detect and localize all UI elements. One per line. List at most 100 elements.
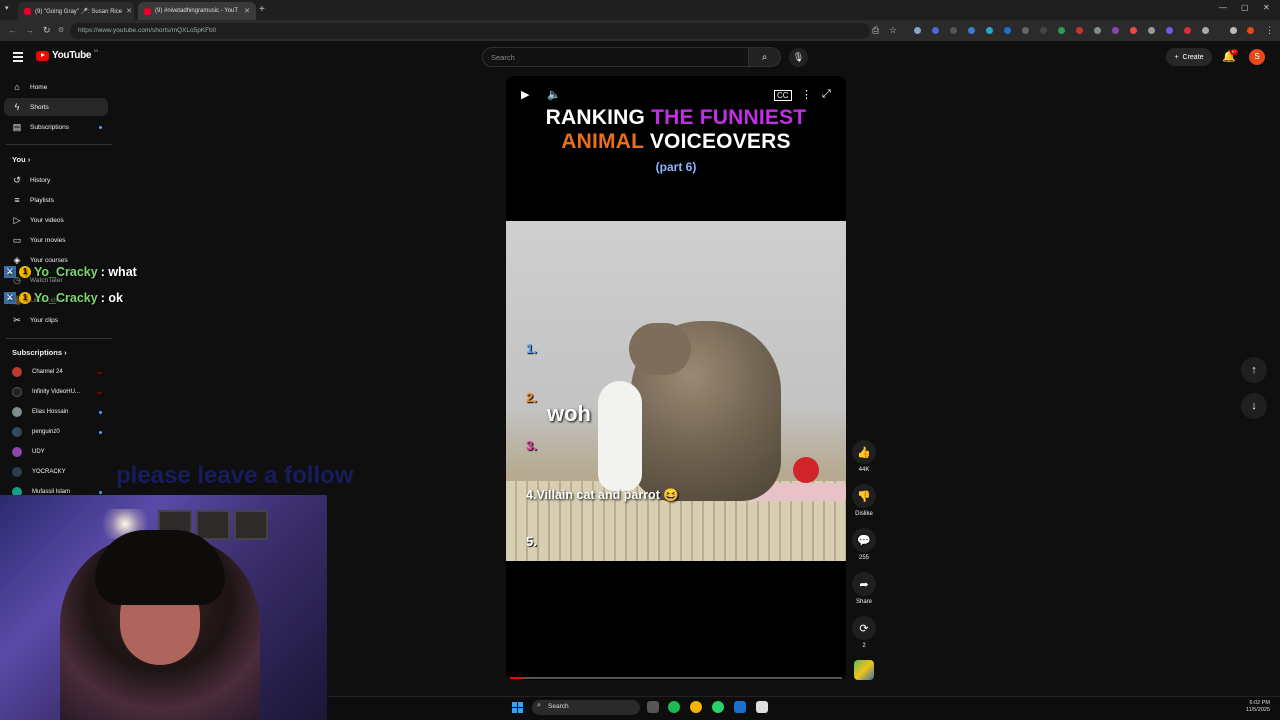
captions-icon[interactable]: CC <box>774 90 792 101</box>
extension-icon[interactable] <box>1022 27 1029 34</box>
close-window-icon[interactable]: ✕ <box>1263 3 1270 12</box>
movies-icon: ▭ <box>12 234 22 245</box>
create-button[interactable]: + Create <box>1166 48 1212 66</box>
extension-icon[interactable] <box>1184 27 1191 34</box>
search-button[interactable]: ⌕ <box>749 47 781 67</box>
subscription-item[interactable]: Infinity VideoHU... ●● <box>4 383 108 401</box>
extension-icon[interactable] <box>986 27 993 34</box>
extension-icon[interactable] <box>1148 27 1155 34</box>
extension-icon[interactable] <box>1076 27 1083 34</box>
extension-icon[interactable] <box>1112 27 1119 34</box>
volume-icon[interactable]: 🔈 <box>547 88 561 101</box>
sidebar-item-shorts[interactable]: ϟ Shorts <box>4 98 108 116</box>
browser-menu-icon[interactable]: ⋮ <box>1265 25 1274 36</box>
sidebar-subscriptions-heading[interactable]: Subscriptions › <box>12 348 67 357</box>
reload-icon[interactable]: ↻ <box>43 25 51 36</box>
previous-short-button[interactable]: ↑ <box>1241 357 1267 383</box>
more-options-icon[interactable]: ⋮ <box>801 88 812 101</box>
spotify-icon[interactable] <box>668 701 680 713</box>
cat-head <box>629 323 691 375</box>
taskbar-clock[interactable]: 6:02 PM 11/5/2025 <box>1236 700 1270 714</box>
play-icon[interactable]: ▶ <box>521 88 529 101</box>
subscription-item[interactable]: YOCRACKY <box>4 463 108 481</box>
new-tab-icon[interactable]: + <box>259 4 265 15</box>
sidebar-item-your-movies[interactable]: ▭ Your movies <box>4 231 108 249</box>
video-progress-bar[interactable] <box>510 677 842 679</box>
plus-icon: + <box>1174 53 1179 61</box>
browser-tab-2[interactable]: (9) #nivetadhingramusic - YouT ✕ <box>138 2 256 20</box>
live-icon: ●● <box>97 369 102 375</box>
channel-avatar <box>12 447 22 457</box>
subscription-item[interactable]: Channel 24 ●● <box>4 363 108 381</box>
fullscreen-icon[interactable]: ⤢ <box>822 88 831 101</box>
bookmark-star-icon[interactable]: ☆ <box>889 25 897 36</box>
extension-icon[interactable] <box>1004 27 1011 34</box>
sidebar-panel-icon[interactable] <box>1230 27 1237 34</box>
minimize-icon[interactable]: — <box>1219 3 1227 12</box>
sidebar-item-playlists[interactable]: ≡ Playlists <box>4 191 108 209</box>
extension-icon[interactable] <box>1094 27 1101 34</box>
url-field[interactable]: https://www.youtube.com/shorts/mQXLo5pKF… <box>70 23 870 39</box>
tab-title: (9) "Going Gray" 🎤: Susan Rice <box>35 8 123 15</box>
steam-icon[interactable] <box>734 701 746 713</box>
voice-search-button[interactable]: 🎙 <box>789 48 808 67</box>
extension-icon[interactable] <box>968 27 975 34</box>
home-icon: ⌂ <box>14 82 20 92</box>
sidebar-item-your-clips[interactable]: ✂ Your clips <box>4 311 108 329</box>
share-button[interactable]: ➦ Share <box>851 572 877 605</box>
sidebar-item-home[interactable]: ⌂ Home <box>4 78 108 96</box>
extension-icon[interactable] <box>1130 27 1137 34</box>
maximize-icon[interactable]: ▢ <box>1241 3 1249 12</box>
close-tab-icon[interactable]: ✕ <box>126 7 132 15</box>
subscription-item[interactable]: UDY <box>4 443 108 461</box>
taskbar-search[interactable]: ⌕ Search <box>532 700 640 715</box>
share-icon: ➦ <box>852 572 876 596</box>
subscription-item[interactable]: penguinz0 <box>4 423 108 441</box>
site-info-icon[interactable]: ⚙ <box>58 26 64 34</box>
next-short-button[interactable]: ↓ <box>1241 393 1267 419</box>
sidebar-divider <box>6 338 112 339</box>
extension-icon[interactable] <box>950 27 957 34</box>
remix-button[interactable]: ⟳ 2 <box>851 616 877 649</box>
channel-avatar <box>12 467 22 477</box>
channel-thumbnail[interactable] <box>854 660 874 680</box>
like-button[interactable]: 👍 44K <box>851 440 877 473</box>
sidebar-item-history[interactable]: ↺ History <box>4 171 108 189</box>
playlists-icon: ≡ <box>14 195 20 205</box>
dislike-button[interactable]: 👎 Dislike <box>851 484 877 517</box>
youtube-logo[interactable]: YouTube IN <box>36 48 98 61</box>
subscription-item[interactable]: Elias Hossain <box>4 403 108 421</box>
forward-icon[interactable]: → <box>25 25 34 35</box>
shorts-player[interactable]: ▶ 🔈 CC ⋮ ⤢ RANKING THE FUNNIEST ANIMAL V… <box>506 76 846 680</box>
file-explorer-icon[interactable] <box>647 701 659 713</box>
extension-icon[interactable] <box>1040 27 1047 34</box>
sidebar-item-subscriptions[interactable]: ▤ Subscriptions <box>4 118 108 136</box>
extension-icon[interactable] <box>1166 27 1173 34</box>
extension-icon[interactable] <box>932 27 939 34</box>
sidebar-item-your-videos[interactable]: ▷ Your videos <box>4 211 108 229</box>
browser-tab-1[interactable]: (9) "Going Gray" 🎤: Susan Rice ✕ <box>18 2 134 20</box>
app-icon[interactable] <box>756 701 768 713</box>
tab-list-icon[interactable]: ▾ <box>5 4 9 12</box>
red-toy <box>793 457 819 483</box>
sidebar-you-heading[interactable]: You › <box>12 155 30 164</box>
install-icon[interactable]: ⎙ <box>872 25 879 36</box>
thumbs-up-icon: 👍 <box>852 440 876 464</box>
profile-icon[interactable] <box>1247 27 1254 34</box>
extension-icon[interactable] <box>1058 27 1065 34</box>
chrome-icon[interactable] <box>690 701 702 713</box>
scissors-icon: ✂ <box>13 314 21 325</box>
windows-start-icon[interactable] <box>512 702 523 713</box>
menu-hamburger-icon[interactable] <box>13 52 23 64</box>
back-icon[interactable]: ← <box>8 25 17 35</box>
short-subtitle: (part 6) <box>655 160 697 174</box>
account-avatar[interactable]: S <box>1249 49 1265 65</box>
extension-icon[interactable] <box>914 27 921 34</box>
search-input[interactable]: Search <box>482 47 749 67</box>
subscriber-badge-icon: 1 <box>19 266 31 278</box>
close-tab-icon[interactable]: ✕ <box>244 7 250 15</box>
whatsapp-icon[interactable] <box>712 701 724 713</box>
extensions-puzzle-icon[interactable] <box>1202 27 1209 34</box>
webcam-feed <box>0 495 327 720</box>
comments-button[interactable]: 💬 255 <box>851 528 877 561</box>
